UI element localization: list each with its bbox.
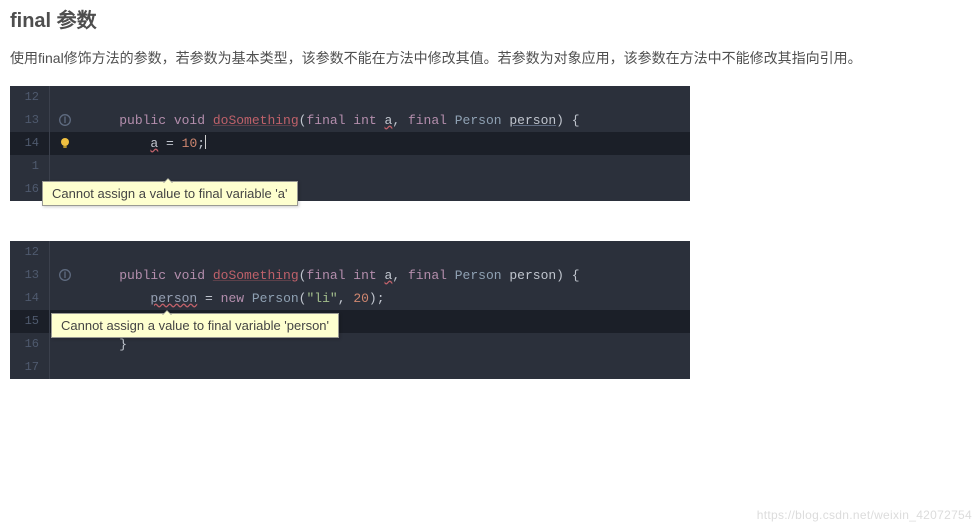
code-row: 12 [10,241,690,264]
code-row: 1 [10,155,690,178]
code-row: 17 [10,356,690,379]
method-gutter-icon[interactable] [58,268,72,282]
token-punct: ); [369,291,385,306]
token-keyword: new [221,291,252,306]
token-method-name: doSomething [213,268,299,283]
error-tooltip: Cannot assign a value to final variable … [42,181,298,206]
line-number: 12 [10,86,50,109]
token-op: = [197,291,220,306]
line-number: 15 [10,310,50,333]
token-punct: , [338,291,354,306]
gutter-icons [50,132,80,155]
code-block-1: 12 13 public void doSomething(final int … [10,86,690,201]
code-cell: public void doSomething(final int a, fin… [80,109,690,132]
code-row: 14 person = new Person("li", 20); [10,287,690,310]
code-cell: public void doSomething(final int a, fin… [80,264,690,287]
token-punct: ) { [556,113,579,128]
lightbulb-icon[interactable] [58,136,72,150]
token-keyword: final [408,113,455,128]
gutter-icons [50,356,80,379]
code-row: 13 public void doSomething(final int a, … [10,264,690,287]
token-type: Person [252,291,299,306]
line-number: 12 [10,241,50,264]
token-keyword: void [174,113,213,128]
token-punct: , [392,268,408,283]
token-number: 20 [353,291,369,306]
section-paragraph: 使用final修饰方法的参数，若参数为基本类型，该参数不能在方法中修改其值。若参… [10,45,970,72]
token-keyword: public [119,268,174,283]
line-number: 16 [10,333,50,356]
token-type: int [353,268,384,283]
token-number: 10 [182,136,198,151]
line-number: 13 [10,264,50,287]
line-number: 13 [10,109,50,132]
gutter-icons [50,109,80,132]
code-row-highlighted: 14 a = 10; [10,132,690,155]
token-keyword: final [306,268,353,283]
code-row: 12 [10,86,690,109]
token-punct: , [392,113,408,128]
code-cell: a = 10; [80,132,690,155]
token-punct: ) { [556,268,579,283]
gutter-icons [50,287,80,310]
token-error: person [150,291,197,306]
method-gutter-icon[interactable] [58,113,72,127]
gutter-icons [50,155,80,178]
gutter-icons [50,86,80,109]
section-heading: final 参数 [10,4,980,33]
code-cell [80,86,690,109]
token-punct: ; [197,136,205,151]
code-row: 13 public void doSomething(final int a, … [10,109,690,132]
line-number: 14 [10,132,50,155]
token-keyword: final [306,113,353,128]
token-method-name: doSomething [213,113,299,128]
token-string: "li" [306,291,337,306]
line-number: 14 [10,287,50,310]
line-number: 17 [10,356,50,379]
cursor-icon [205,135,206,149]
code-block-2: 12 13 public void doSomething(final int … [10,241,690,379]
token-keyword: void [174,268,213,283]
token-type: Person [455,268,510,283]
gutter-icons [50,241,80,264]
token-type: Person [455,113,510,128]
code-cell [80,241,690,264]
token-op: = [158,136,181,151]
error-tooltip: Cannot assign a value to final variable … [51,313,339,338]
token-keyword: public [119,113,174,128]
token-type: int [353,113,384,128]
token-param: person [509,113,556,128]
token-param: person [509,268,556,283]
line-number: 1 [10,155,50,178]
token-keyword: final [408,268,455,283]
code-cell [80,356,690,379]
gutter-icons [50,264,80,287]
